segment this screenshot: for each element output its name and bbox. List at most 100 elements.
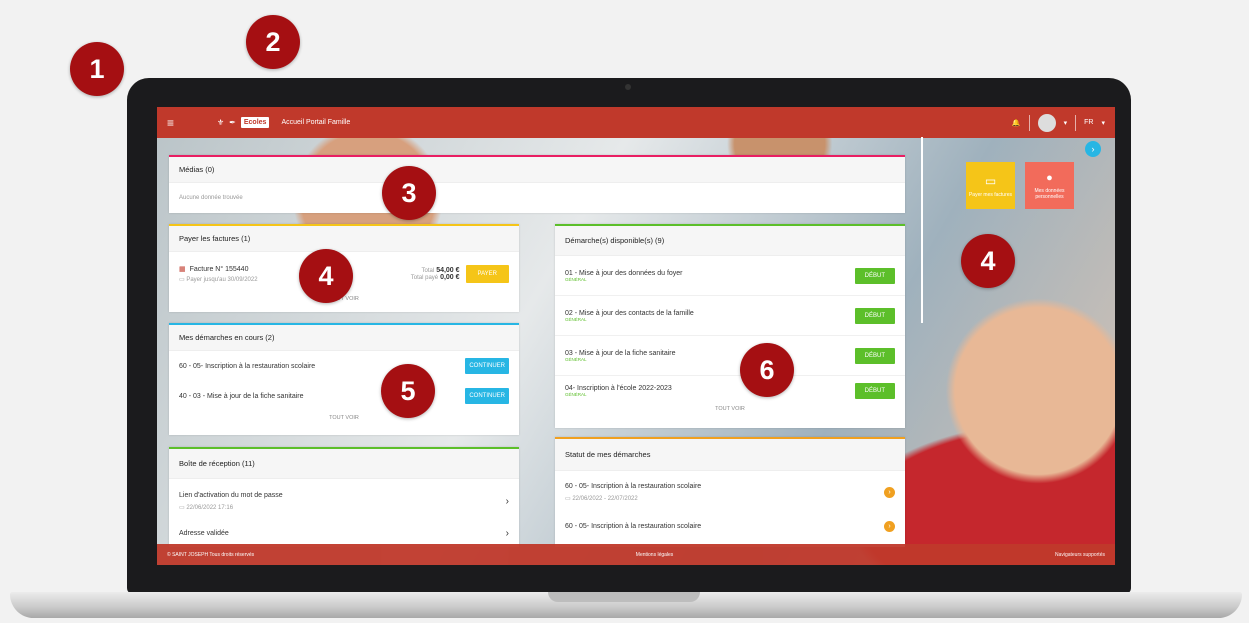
logo-mark-icon: ✒ (229, 118, 236, 127)
calendar-icon: ▭ (565, 495, 571, 502)
language-select[interactable]: FR (1084, 119, 1093, 126)
footer-copyright: © SAINT JOSEPH Tous droits réservés (167, 551, 255, 558)
list-item[interactable]: 60 - 05- Inscription à la restauration s… (555, 471, 905, 513)
category-tag: GÉNÉRAL (565, 276, 587, 282)
demarche-label: 03 - Mise à jour de la fiche sanitaire (565, 349, 676, 357)
list-item: 01 - Mise à jour des données du foyer GÉN… (555, 256, 905, 296)
message-date: 22/06/2022 17:16 (186, 504, 234, 511)
factures-title: Payer les factures (1) (169, 226, 519, 252)
logo-ecoles: Ecoles (240, 117, 270, 128)
start-button[interactable]: DÉBUT (854, 307, 895, 324)
callout-3: 3 (382, 166, 436, 220)
demarche-label: 40 - 03 - Mise à jour de la fiche sanita… (179, 392, 304, 400)
list-item[interactable]: 60 - 05- Inscription à la restauration s… (555, 513, 905, 539)
callout-1: 1 (70, 42, 124, 96)
chevron-right-icon[interactable]: › (506, 528, 509, 539)
invoice-icon: ▦ (179, 266, 186, 273)
continue-button[interactable]: CONTINUER (465, 388, 509, 404)
inbox-count: (11) (241, 459, 255, 468)
list-item: 04- Inscription à l'école 2022-2023 GÉNÉR… (555, 376, 905, 406)
personal-data-tile[interactable]: ● Mes données personnelles (1025, 162, 1074, 209)
logo-mark-icon: ⚜ (217, 118, 225, 127)
see-all-link[interactable]: TOUT VOIR (555, 406, 905, 412)
chevron-down-icon[interactable]: ▾ (1101, 119, 1105, 127)
pay-button[interactable]: PAYER (465, 265, 509, 283)
message-subject: Lien d'activation du mot de passe (179, 491, 283, 499)
total-amount: 54,00 € (436, 267, 460, 274)
invoice-number[interactable]: Facture N° 155440 (190, 266, 249, 273)
divider (1028, 114, 1030, 131)
credit-card-icon: ▭ (984, 173, 997, 188)
callout-5: 5 (381, 364, 435, 418)
avatar[interactable] (1037, 113, 1056, 132)
person-icon: ● (1046, 171, 1053, 184)
due-label: Payer jusqu'au (186, 277, 226, 283)
demarche-label: 60 - 05- Inscription à la restauration s… (179, 362, 316, 370)
message-subject: Adresse validée (179, 529, 229, 537)
see-all-link[interactable]: TOUT VOIR (169, 296, 519, 302)
arrow-right-icon[interactable]: › (884, 520, 895, 532)
chevron-right-icon[interactable]: › (1085, 141, 1101, 157)
chevron-right-icon[interactable]: › (506, 496, 509, 507)
legal-link[interactable]: Mentions légales (636, 552, 674, 558)
demarche-label: 04- Inscription à l'école 2022-2023 (565, 385, 672, 392)
top-right-controls: 🔔 ▾ FR ▾ (1012, 113, 1105, 132)
callout-4: 4 (961, 234, 1015, 288)
arrow-right-icon[interactable]: › (884, 486, 895, 498)
vertical-divider (921, 137, 923, 323)
callout-2: 2 (246, 15, 300, 69)
tile-label: Payer mes factures (968, 191, 1013, 198)
demarche-label: 60 - 05- Inscription à la restauration s… (565, 522, 702, 530)
top-bar: ≡ ⚜ ✒ Ecoles Accueil Portail Famille 🔔 ▾… (157, 107, 1115, 138)
menu-icon[interactable]: ≡ (167, 116, 187, 130)
demarche-label: 60 - 05- Inscription à la restauration s… (565, 482, 702, 490)
inbox-card: Boîte de réception (11) Lien d'activatio… (169, 447, 519, 547)
medias-title: Médias (0) (169, 157, 905, 183)
statut-card: Statut de mes démarches 60 - 05- Inscrip… (555, 437, 905, 547)
demarches-en-cours-card: Mes démarches en cours (2) 60 - 05- Insc… (169, 323, 519, 435)
logos: ⚜ ✒ Ecoles (217, 117, 270, 128)
screen: ≡ ⚜ ✒ Ecoles Accueil Portail Famille 🔔 ▾… (157, 107, 1115, 565)
demarches-disponibles-title: Démarche(s) disponible(s) (9) (555, 226, 905, 256)
calendar-icon: ▭ (179, 277, 185, 283)
start-button[interactable]: DÉBUT (854, 347, 895, 364)
list-item: 03 - Mise à jour de la fiche sanitaire GÉ… (555, 336, 905, 376)
see-all-link[interactable]: TOUT VOIR (169, 415, 519, 421)
demarches-disponibles-card: Démarche(s) disponible(s) (9) 01 - Mise … (555, 224, 905, 428)
list-item: 02 - Mise à jour des contacts de la fami… (555, 296, 905, 336)
bell-icon[interactable]: 🔔 (1012, 119, 1021, 127)
pay-invoices-tile[interactable]: ▭ Payer mes factures (966, 162, 1015, 209)
laptop-notch (548, 592, 700, 602)
category-tag: GÉNÉRAL (565, 316, 587, 322)
status-date: 22/06/2022 - 22/07/2022 (572, 495, 638, 502)
medias-card: Médias (0) Aucune donnée trouvée (169, 155, 905, 213)
start-button[interactable]: DÉBUT (854, 383, 895, 399)
category-tag: GÉNÉRAL (565, 356, 587, 362)
list-item: 40 - 03 - Mise à jour de la fiche sanita… (169, 381, 519, 411)
continue-button[interactable]: CONTINUER (465, 358, 509, 374)
footer: © SAINT JOSEPH Tous droits réservés Ment… (157, 544, 1115, 565)
camera-dot (625, 84, 631, 90)
medias-empty: Aucune donnée trouvée (179, 195, 243, 201)
list-item: 60 - 05- Inscription à la restauration s… (169, 351, 519, 381)
statut-title: Statut de mes démarches (555, 439, 905, 471)
paid-label: Total payé (410, 275, 439, 281)
divider (1075, 114, 1077, 131)
tile-label: Mes données personnelles (1034, 187, 1065, 200)
list-item[interactable]: Adresse validée › (169, 523, 519, 543)
calendar-icon: ▭ (179, 504, 185, 511)
chevron-down-icon[interactable]: ▾ (1064, 119, 1068, 127)
page-title[interactable]: Accueil Portail Famille (281, 119, 350, 126)
paid-amount: 0,00 € (440, 274, 460, 281)
category-tag: GÉNÉRAL (565, 392, 587, 397)
browsers-link[interactable]: Navigateurs supportés (1055, 552, 1105, 558)
list-item[interactable]: Lien d'activation du mot de passe ▭ 22/0… (169, 479, 519, 523)
demarches-en-cours-title: Mes démarches en cours (2) (169, 325, 519, 351)
callout-4: 4 (299, 249, 353, 303)
due-date: 30/09/2022 (227, 277, 258, 283)
demarche-label: 01 - Mise à jour des données du foyer (565, 269, 683, 277)
start-button[interactable]: DÉBUT (854, 267, 895, 284)
demarche-label: 02 - Mise à jour des contacts de la fami… (565, 309, 694, 317)
inbox-title: Boîte de réception (11) (169, 449, 519, 479)
callout-6: 6 (740, 343, 794, 397)
